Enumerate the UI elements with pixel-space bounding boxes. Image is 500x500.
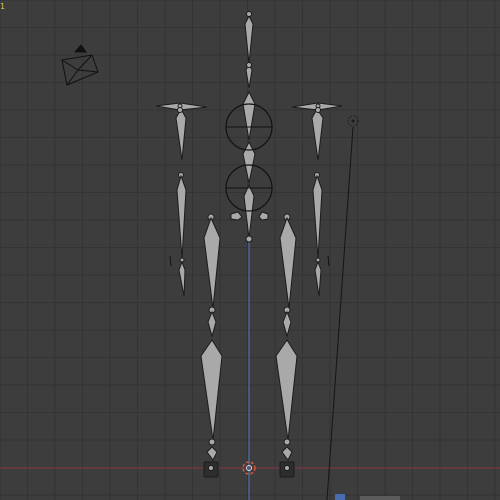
bone-forearm-right[interactable]	[312, 174, 323, 259]
camera-icon[interactable]	[61, 44, 99, 86]
bottom-selection-marker	[335, 494, 345, 500]
bone-ankle-right[interactable]	[281, 446, 293, 461]
bone-knee-left[interactable]	[207, 310, 217, 338]
bone-upper-arm-right[interactable]	[311, 108, 324, 161]
bone-knee-right[interactable]	[282, 310, 292, 338]
viewport-canvas[interactable]	[0, 0, 500, 500]
light-icon[interactable]	[326, 115, 359, 500]
bone-shin-right[interactable]	[275, 339, 298, 441]
bottom-status-strip	[360, 496, 400, 500]
bone-hand-right[interactable]	[314, 260, 322, 297]
bone-chest[interactable]	[242, 90, 256, 141]
bone-shin-left[interactable]	[200, 339, 223, 441]
bone-spine[interactable]	[242, 140, 256, 184]
bone-upper-arm-left[interactable]	[175, 107, 187, 161]
bone-head[interactable]	[244, 14, 254, 64]
bone-pelvis-left[interactable]	[230, 211, 243, 221]
bone-ankle-left[interactable]	[206, 446, 218, 461]
bone-forearm-left[interactable]	[176, 174, 187, 259]
bone-hand-left[interactable]	[178, 260, 186, 297]
bone-thigh-left[interactable]	[203, 216, 221, 309]
bone-pelvis-right[interactable]	[258, 211, 269, 221]
bone-thigh-right[interactable]	[279, 216, 297, 309]
3d-viewport[interactable]: 1	[0, 0, 500, 500]
